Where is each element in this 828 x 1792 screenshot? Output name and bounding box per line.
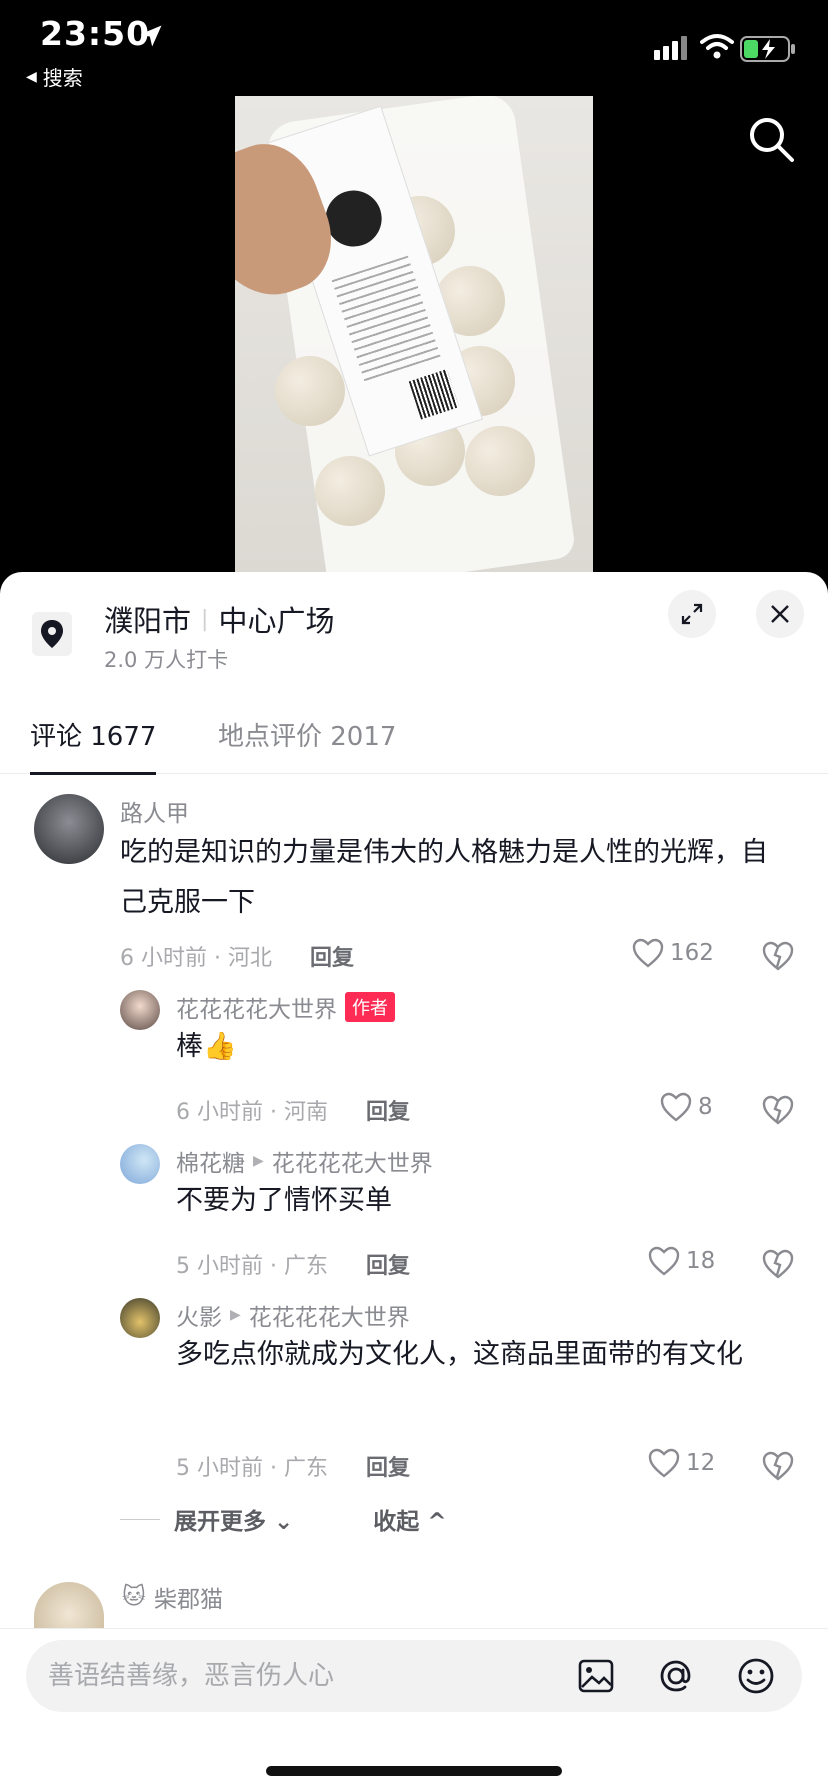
reply-username[interactable]: 花花花花大世界 作者 (176, 990, 395, 1024)
back-label: 搜索 (42, 66, 83, 90)
checkin-count: 2.0 万人打卡 (104, 648, 229, 672)
comment-input-bar (26, 1640, 802, 1712)
user-emoji: 🐱 (122, 1584, 146, 1610)
reply-text: 不要为了情怀买单 (176, 1185, 392, 1216)
label-text-lines (331, 255, 442, 385)
reply-to-arrow-icon: ▶ (253, 1153, 264, 1169)
dislike-icon[interactable] (762, 1450, 794, 1482)
expand-icon (681, 603, 703, 625)
comment-input[interactable] (48, 1658, 528, 1694)
reply-meta: 5 小时前 · 广东 回复 (176, 1450, 410, 1482)
reply-username-text: 火影 (176, 1305, 222, 1331)
chevron-down-icon: ⌄ (274, 1509, 294, 1535)
chevron-up-icon: ^ (427, 1509, 447, 1535)
comment-time: 6 小时前 · 河北 (120, 946, 272, 971)
reply-username[interactable]: 火影 ▶ 花花花花大世界 (176, 1298, 410, 1332)
signal-icon (654, 36, 687, 60)
dislike-icon[interactable] (762, 1094, 794, 1126)
expand-more-label: 展开更多 (174, 1509, 266, 1535)
reply-username[interactable]: 棉花糖 ▶ 花花花花大世界 (176, 1144, 433, 1178)
reply-button[interactable]: 回复 (310, 940, 354, 972)
avatar[interactable] (34, 1582, 104, 1628)
battery-icon (740, 36, 795, 62)
home-indicator[interactable] (266, 1766, 562, 1776)
like-count: 8 (698, 1094, 713, 1120)
divider-line (120, 1518, 160, 1520)
meatball (275, 356, 345, 426)
input-divider (0, 1628, 828, 1629)
tab-bar: 评论 1677 地点评价 2017 (0, 702, 828, 775)
reply-button[interactable]: 回复 (366, 1450, 410, 1482)
avatar[interactable] (34, 794, 104, 864)
barcode (408, 369, 460, 420)
back-to-search-button[interactable]: ◀ 搜索 (26, 62, 83, 91)
heart-icon (648, 1448, 680, 1478)
avatar[interactable] (120, 1144, 160, 1184)
search-icon[interactable] (746, 114, 796, 164)
status-bar: 23:50 ◀ 搜索 (0, 0, 828, 90)
video-frame[interactable] (235, 96, 593, 574)
dislike-icon[interactable] (762, 1248, 794, 1280)
place-separator: | (201, 606, 209, 632)
like-button[interactable]: 162 (632, 938, 714, 968)
reply-to-arrow-icon: ▶ (230, 1307, 241, 1323)
like-count: 162 (670, 940, 714, 966)
comment-meta: 6 小时前 · 河北 回复 (120, 940, 354, 972)
image-icon[interactable] (576, 1656, 616, 1696)
location-arrow-icon (140, 25, 162, 47)
like-button[interactable]: 18 (648, 1246, 715, 1276)
close-button[interactable] (756, 590, 804, 638)
reply-username-text: 棉花糖 (176, 1151, 245, 1177)
like-count: 12 (686, 1450, 716, 1476)
pin-icon (32, 612, 72, 656)
emoji-icon[interactable] (736, 1656, 776, 1696)
expand-row: 展开更多 ⌄ 收起 ^ (120, 1502, 447, 1536)
reply-to-user: 花花花花大世界 (271, 1151, 433, 1177)
comment-username-text: 柴郡猫 (153, 1587, 223, 1613)
place-name[interactable]: 濮阳市 | 中心广场 (104, 598, 334, 640)
close-icon (771, 605, 789, 623)
meatball (315, 456, 385, 526)
wifi-icon (700, 34, 734, 59)
reply-button[interactable]: 回复 (366, 1248, 410, 1280)
author-badge: 作者 (345, 992, 395, 1022)
back-triangle-icon: ◀ (26, 68, 37, 85)
place-city: 濮阳市 (104, 604, 192, 638)
comment-username[interactable]: 路人甲 (120, 794, 189, 828)
heart-icon (648, 1246, 680, 1276)
tab-place-reviews[interactable]: 地点评价 2017 (218, 716, 396, 753)
heart-icon (660, 1092, 692, 1122)
collapse-label: 收起 (373, 1509, 420, 1535)
place-spot: 中心广场 (218, 604, 335, 638)
comment-text: 吃的是知识的力量是伟大的人格魅力是人性的光辉，自己克服一下 (120, 837, 768, 918)
avatar[interactable] (120, 1298, 160, 1338)
avatar[interactable] (120, 990, 160, 1030)
reply-time: 5 小时前 · 广东 (176, 1456, 328, 1481)
like-count: 18 (686, 1248, 716, 1274)
like-button[interactable]: 8 (660, 1092, 713, 1122)
expand-more-button[interactable]: 展开更多 ⌄ (174, 1502, 293, 1536)
clock: 23:50 (40, 14, 151, 53)
reply-to-user: 花花花花大世界 (248, 1305, 410, 1331)
at-icon[interactable] (656, 1656, 696, 1696)
reply-meta: 5 小时前 · 广东 回复 (176, 1248, 410, 1280)
expand-button[interactable] (668, 590, 716, 638)
reply-time: 5 小时前 · 广东 (176, 1254, 328, 1279)
tab-comments[interactable]: 评论 1677 (30, 716, 157, 775)
reply-username-text: 花花花花大世界 (176, 997, 337, 1023)
reply-button[interactable]: 回复 (366, 1094, 410, 1126)
like-button[interactable]: 12 (648, 1448, 715, 1478)
collapse-button[interactable]: 收起 ^ (373, 1502, 446, 1536)
heart-icon (632, 938, 664, 968)
comment-sheet: 濮阳市 | 中心广场 2.0 万人打卡 评论 1677 地点评价 2017 路人… (0, 572, 828, 1792)
reply-text: 棒👍 (176, 1031, 237, 1062)
dislike-icon[interactable] (762, 940, 794, 972)
comment-username[interactable]: 🐱 柴郡猫 (122, 1580, 223, 1614)
reply-meta: 6 小时前 · 河南 回复 (176, 1094, 410, 1126)
reply-time: 6 小时前 · 河南 (176, 1100, 328, 1125)
meatball (465, 426, 535, 496)
reply-text: 多吃点你就成为文化人，这商品里面带的有文化 (176, 1339, 743, 1370)
